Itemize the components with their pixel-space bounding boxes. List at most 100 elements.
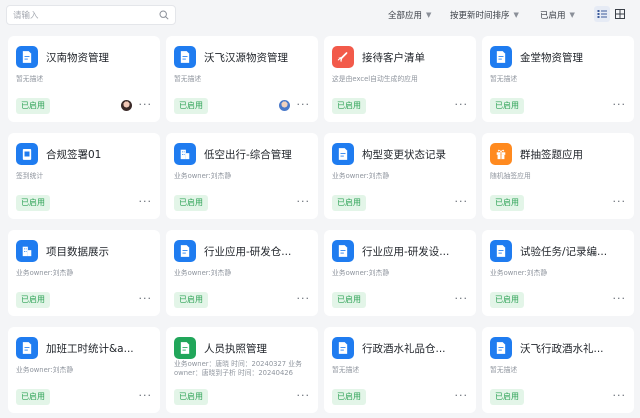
app-name: 行业应用-研发设... [362,246,450,258]
status-badge: 已启用 [16,98,50,114]
chevron-down-icon: ▼ [426,11,432,19]
app-name: 汉南物资管理 [46,52,109,64]
more-options-icon[interactable]: ··· [297,195,311,209]
list-view-icon [597,10,607,18]
app-description: 这是由excel自动生成的应用 [332,75,418,83]
document-icon [174,46,196,68]
status-badge: 已启用 [332,195,366,211]
more-options-icon[interactable]: ··· [455,98,469,112]
plane-icon [332,46,354,68]
clipboard-icon [16,143,38,165]
status-badge: 已启用 [490,389,524,405]
toolbar: 请输入 全部应用 ▼ 按更新时间排序 ▼ 已启用 ▼ [0,0,640,30]
app-name: 低空出行-综合管理 [204,149,292,161]
app-description: 业务owner:刘杰静 [174,269,232,277]
status-badge: 已启用 [16,389,50,405]
app-description: 业务owner：唐晓 时间：20240327 业务owner：唐晓到子析 时间：… [174,360,302,377]
app-card[interactable]: 低空出行-综合管理 业务owner:刘杰静 已启用 ··· [166,133,318,219]
app-card[interactable]: 沃飞汉源物资管理 暂无描述 已启用 ··· [166,36,318,122]
status-badge: 已启用 [490,98,524,114]
app-name: 加班工时统计&a... [46,343,134,355]
app-name: 人员执照管理 [204,343,267,355]
app-card[interactable]: 行政酒水礼品仓... 暂无描述 已启用 ··· [324,327,476,413]
more-options-icon[interactable]: ··· [297,98,311,112]
sort-dropdown-label: 按更新时间排序 [450,11,510,21]
app-description: 业务owner:刘杰静 [332,172,390,180]
document-icon [490,337,512,359]
document-icon [490,240,512,262]
app-description: 暂无描述 [16,75,44,83]
document-icon [16,46,38,68]
app-name: 试验任务/记录编... [520,246,608,258]
status-badge: 已启用 [174,195,208,211]
app-card[interactable]: 金堂物资管理 暂无描述 已启用 ··· [482,36,634,122]
more-options-icon[interactable]: ··· [297,292,311,306]
status-badge: 已启用 [174,389,208,405]
status-badge: 已启用 [16,195,50,211]
list-view-button[interactable] [594,6,610,22]
status-badge: 已启用 [332,98,366,114]
more-options-icon[interactable]: ··· [613,389,627,403]
app-card[interactable]: 项目数据展示 业务owner:刘杰静 已启用 ··· [8,230,160,316]
app-name: 合规签署01 [46,149,102,161]
more-options-icon[interactable]: ··· [613,98,627,112]
more-options-icon[interactable]: ··· [455,195,469,209]
more-options-icon[interactable]: ··· [139,195,153,209]
app-card[interactable]: 行业应用-研发设... 业务owner:刘杰静 已启用 ··· [324,230,476,316]
app-description: 暂无描述 [490,366,518,374]
app-name: 沃飞行政酒水礼... [520,343,604,355]
app-grid: 汉南物资管理 暂无描述 已启用 ··· 沃飞汉源物资管理 暂无描述 已启用 ··… [0,30,640,418]
app-card[interactable]: 行业应用-研发仓... 业务owner:刘杰静 已启用 ··· [166,230,318,316]
document-icon [332,143,354,165]
sort-dropdown[interactable]: 按更新时间排序 ▼ [450,9,519,21]
app-description: 暂无描述 [174,75,202,83]
app-name: 群抽签题应用 [520,149,583,161]
more-options-icon[interactable]: ··· [139,292,153,306]
search-icon[interactable] [159,10,169,20]
status-badge: 已启用 [16,292,50,308]
app-card[interactable]: 合规签署01 签到统计 已启用 ··· [8,133,160,219]
more-options-icon[interactable]: ··· [455,292,469,306]
app-description: 业务owner:刘杰静 [16,366,74,374]
app-card[interactable]: 人员执照管理 业务owner：唐晓 时间：20240327 业务owner：唐晓… [166,327,318,413]
enabled-filter[interactable]: 已启用 ▼ [540,9,575,21]
grid-view-button[interactable] [612,6,628,22]
status-badge: 已启用 [332,389,366,405]
more-options-icon[interactable]: ··· [139,98,153,112]
document-icon [332,337,354,359]
grid-view-icon [615,9,625,19]
app-card[interactable]: 构型变更状态记录 业务owner:刘杰静 已启用 ··· [324,133,476,219]
more-options-icon[interactable]: ··· [139,389,153,403]
status-badge: 已启用 [332,292,366,308]
app-card[interactable]: 试验任务/记录编... 业务owner:刘杰静 已启用 ··· [482,230,634,316]
building-icon [174,143,196,165]
app-name: 项目数据展示 [46,246,109,258]
search-input[interactable]: 请输入 [6,5,176,25]
more-options-icon[interactable]: ··· [613,195,627,209]
status-badge: 已启用 [490,195,524,211]
app-card[interactable]: 沃飞行政酒水礼... 暂无描述 已启用 ··· [482,327,634,413]
status-badge: 已启用 [174,98,208,114]
app-card[interactable]: 加班工时统计&a... 业务owner:刘杰静 已启用 ··· [8,327,160,413]
app-description: 业务owner:刘杰静 [490,269,548,277]
app-description: 随机抽签应用 [490,172,531,180]
app-card[interactable]: 接待客户清单 这是由excel自动生成的应用 已启用 ··· [324,36,476,122]
building-icon [16,240,38,262]
app-card[interactable]: 群抽签题应用 随机抽签应用 已启用 ··· [482,133,634,219]
status-badge: 已启用 [490,292,524,308]
app-name: 金堂物资管理 [520,52,583,64]
app-status-filter[interactable]: 全部应用 ▼ [388,9,431,21]
app-description: 签到统计 [16,172,44,180]
chevron-down-icon: ▼ [569,11,575,19]
more-options-icon[interactable]: ··· [455,389,469,403]
app-name: 行业应用-研发仓... [204,246,292,258]
document-icon [332,240,354,262]
avatar [121,100,132,111]
document-icon [174,337,196,359]
app-description: 暂无描述 [332,366,360,374]
more-options-icon[interactable]: ··· [297,389,311,403]
app-description: 业务owner:刘杰静 [16,269,74,277]
more-options-icon[interactable]: ··· [613,292,627,306]
status-badge: 已启用 [174,292,208,308]
app-card[interactable]: 汉南物资管理 暂无描述 已启用 ··· [8,36,160,122]
